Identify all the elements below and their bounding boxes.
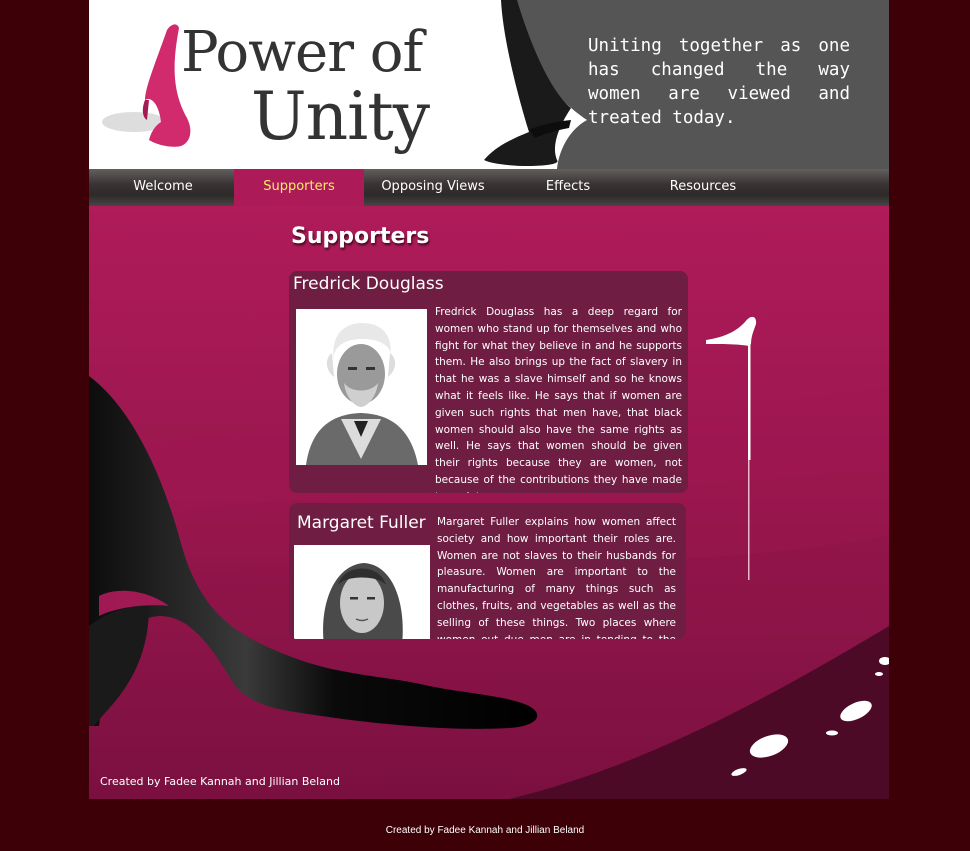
nav-supporters[interactable]: Supporters <box>234 169 364 206</box>
supporter-name: Fredrick Douglass <box>293 274 444 294</box>
header: Power of Unity Uniting together as one h… <box>89 0 889 169</box>
page-title: Supporters <box>291 224 430 249</box>
nav-resources[interactable]: Resources <box>638 169 768 206</box>
logo-title-line2: Unity <box>251 78 430 155</box>
logo-title-line1: Power of <box>181 20 423 85</box>
supporter-name: Margaret Fuller <box>297 513 426 533</box>
supporter-bio: Fredrick Douglass has a deep regard for … <box>435 306 682 493</box>
nav-effects[interactable]: Effects <box>503 169 633 206</box>
footer-credit-outer: Created by Fadee Kannah and Jillian Bela… <box>385 825 585 836</box>
douglass-portrait <box>296 309 427 465</box>
nav-welcome[interactable]: Welcome <box>98 169 228 206</box>
pink-heel-logo-icon <box>102 24 191 147</box>
header-tagline: Uniting together as one has changed the … <box>588 36 850 128</box>
supporter-bio: Margaret Fuller explains how women affec… <box>437 516 676 639</box>
footer-credit-inner: Created by Fadee Kannah and Jillian Bela… <box>100 775 340 788</box>
site-container: Power of Unity Uniting together as one h… <box>89 0 889 799</box>
supporter-card: Fredrick Douglass Fredrick Douglass has … <box>289 271 688 493</box>
main-nav: Welcome Supporters Opposing Views Effect… <box>89 169 889 206</box>
supporter-card: Margaret Fuller Margaret Fuller explains… <box>289 503 686 639</box>
nav-opposing-views[interactable]: Opposing Views <box>368 169 498 206</box>
fuller-portrait <box>294 545 430 639</box>
